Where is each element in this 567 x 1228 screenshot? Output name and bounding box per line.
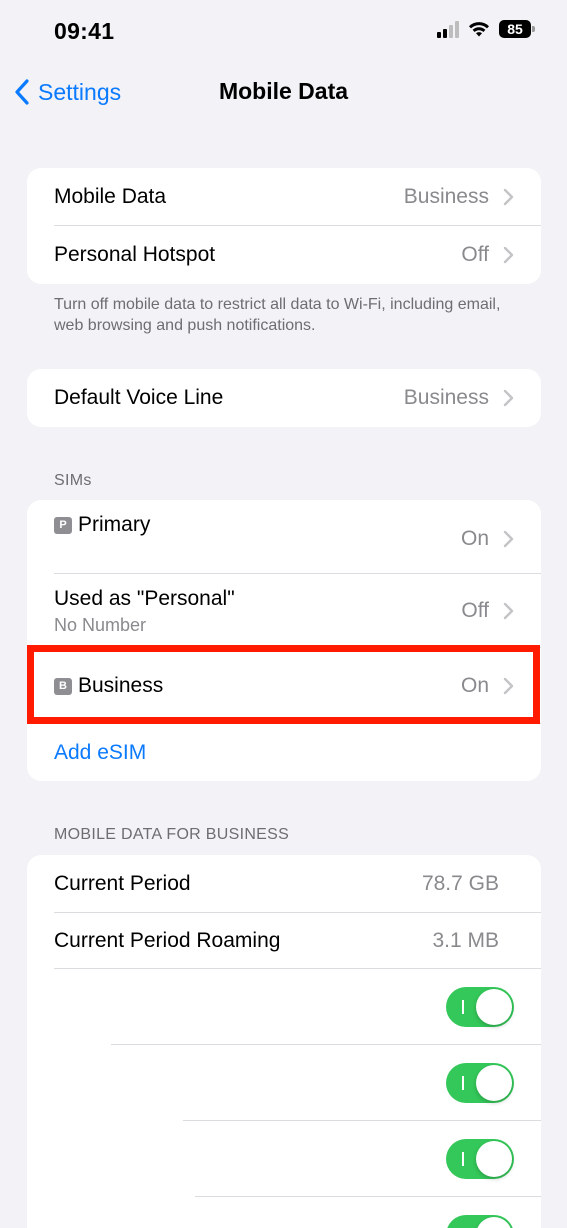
app-data-toggle[interactable]: [446, 987, 514, 1027]
default-voice-line-value: Business: [403, 386, 489, 409]
sim-primary-value: On: [460, 527, 489, 550]
current-period-label: Current Period: [54, 872, 191, 895]
sims-section-header: SIMs: [54, 472, 92, 489]
screen: 09:41 85 Settings Mobile Data Mobile Dat…: [0, 0, 567, 1228]
chevron-right-icon: [503, 389, 514, 407]
app-toggle-row: [27, 969, 541, 1045]
mobile-data-group: Mobile Data Business Personal Hotspot Of…: [27, 168, 541, 284]
chevron-right-icon: [503, 530, 514, 548]
add-esim-row[interactable]: Add eSIM: [27, 724, 541, 781]
sim-badge-icon: P: [54, 516, 72, 534]
current-period-roaming-row: Current Period Roaming 3.1 MB: [27, 913, 541, 969]
chevron-right-icon: [503, 188, 514, 206]
add-esim-link[interactable]: Add eSIM: [54, 741, 515, 765]
mobile-data-footnote: Turn off mobile data to restrict all dat…: [54, 296, 501, 334]
personal-hotspot-row[interactable]: Personal Hotspot Off: [27, 226, 541, 284]
mobile-data-value: Business: [403, 185, 489, 208]
current-period-roaming-label: Current Period Roaming: [54, 929, 281, 952]
usage-section-header: MOBILE DATA FOR BUSINESS: [54, 826, 290, 843]
cellular-signal-icon: [437, 20, 459, 38]
sim-primary-row[interactable]: P Primary On: [27, 500, 541, 574]
voice-line-group: Default Voice Line Business: [27, 369, 541, 427]
personal-hotspot-value: Off: [461, 243, 489, 266]
personal-hotspot-label: Personal Hotspot: [54, 243, 216, 266]
sim-primary-label-wrap: P Primary: [54, 513, 461, 537]
sim-personal-row[interactable]: Used as "Personal" No Number Off: [27, 574, 541, 648]
current-period-roaming-value: 3.1 MB: [432, 929, 499, 952]
app-toggle-row: [27, 1197, 541, 1228]
sim-primary-label: Primary: [78, 513, 151, 536]
app-data-toggle[interactable]: [446, 1215, 514, 1228]
mobile-data-label: Mobile Data: [54, 185, 167, 208]
sim-personal-label: Used as "Personal": [54, 586, 235, 610]
usage-group: Current Period 78.7 GB Current Period Ro…: [27, 855, 541, 1228]
status-icons: 85: [437, 20, 535, 38]
chevron-right-icon: [503, 602, 514, 620]
current-period-value: 78.7 GB: [421, 872, 499, 895]
sims-group: P Primary On Used as "Personal" No Number…: [27, 500, 541, 781]
default-voice-line-row[interactable]: Default Voice Line Business: [27, 369, 541, 427]
default-voice-line-label: Default Voice Line: [54, 386, 224, 409]
app-toggle-row: [27, 1121, 541, 1197]
status-time: 09:41: [54, 18, 115, 44]
battery-icon: 85: [499, 20, 535, 38]
sim-personal-number: No Number: [54, 614, 147, 635]
sim-personal-value: Off: [461, 599, 489, 622]
app-toggle-row: [27, 1045, 541, 1121]
highlight-box: [27, 645, 540, 724]
app-data-toggle[interactable]: [446, 1063, 514, 1103]
sim-personal-text: Used as "Personal" No Number: [54, 587, 461, 636]
chevron-right-icon: [503, 246, 514, 264]
app-data-toggle[interactable]: [446, 1139, 514, 1179]
page-title: Mobile Data: [218, 78, 349, 104]
mobile-data-row[interactable]: Mobile Data Business: [27, 168, 541, 226]
wifi-icon: [469, 22, 489, 37]
current-period-row: Current Period 78.7 GB: [27, 855, 541, 913]
